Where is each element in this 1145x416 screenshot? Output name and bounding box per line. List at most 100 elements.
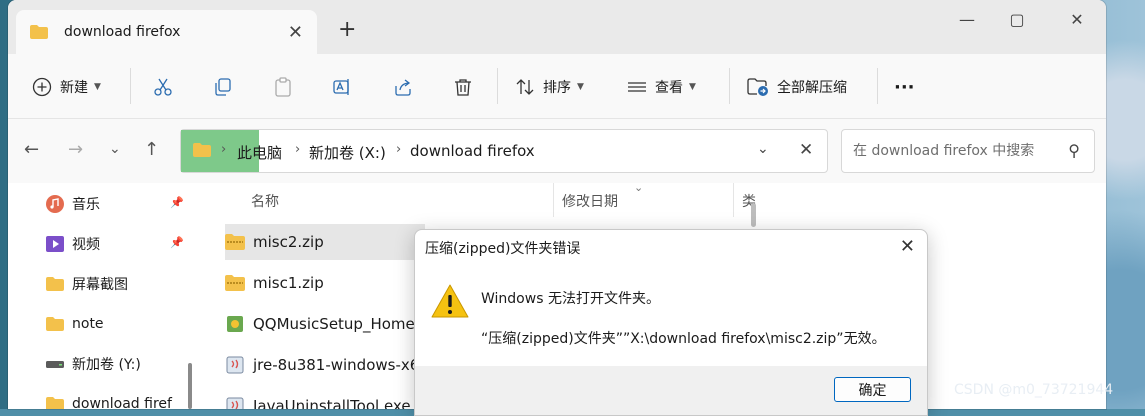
column-divider[interactable]	[553, 183, 554, 217]
java-installer-icon	[225, 397, 245, 409]
up-arrow-icon[interactable]: ↑	[144, 139, 159, 160]
sidebar-item-drive-y[interactable]: 新加卷 (Y:)	[46, 349, 186, 379]
sidebar-item-label: 屏幕截图	[72, 277, 128, 293]
dialog-footer: 确定	[415, 366, 927, 415]
close-tab-icon[interactable]: ✕	[288, 22, 303, 43]
breadcrumb-this-pc[interactable]: 此电脑	[237, 142, 282, 163]
more-options-button[interactable]: ···	[894, 72, 915, 102]
chevron-down-icon: ▼	[689, 82, 696, 92]
sidebar-item-screenshots[interactable]: 屏幕截图	[46, 269, 186, 299]
sort-button[interactable]: 排序 ▼	[515, 72, 584, 102]
sidebar-item-video[interactable]: 视频 📌	[46, 229, 186, 259]
rename-icon	[333, 79, 349, 95]
tab-title: download firefox	[64, 24, 181, 40]
cut-button[interactable]	[153, 72, 173, 102]
address-bar[interactable]: › 此电脑 › 新加卷 (X:) › download firefox ⌄ ✕	[180, 129, 828, 173]
view-list-icon	[628, 82, 646, 92]
new-button[interactable]: 新建 ▼	[32, 72, 101, 102]
zip-folder-icon	[225, 274, 245, 292]
toolbar-divider	[729, 68, 730, 104]
paste-button[interactable]	[273, 72, 293, 102]
pin-icon: 📌	[170, 196, 184, 209]
file-name: JavaUninstallTool.exe	[253, 397, 411, 409]
trash-icon	[455, 79, 471, 96]
maximize-button[interactable]: ▢	[994, 6, 1040, 32]
breadcrumb-download-firefox[interactable]: download firefox	[410, 142, 535, 160]
extract-all-button[interactable]: 全部解压缩	[747, 72, 847, 102]
java-installer-icon	[225, 356, 245, 374]
toolbar-divider	[497, 68, 498, 104]
share-button[interactable]	[393, 72, 413, 102]
view-label: 查看	[655, 80, 683, 96]
extract-all-label: 全部解压缩	[777, 80, 847, 96]
rename-button[interactable]	[333, 72, 353, 102]
dialog-body: Windows 无法打开文件夹。 “压缩(zipped)文件夹””X:\down…	[415, 266, 927, 366]
video-icon	[46, 236, 64, 252]
address-row: ← → ⌄ ↑ › 此电脑 › 新加卷 (X:) › download fire…	[8, 119, 1106, 183]
toolbar-divider	[877, 68, 878, 104]
sort-icon	[516, 79, 534, 95]
new-label: 新建	[60, 80, 88, 96]
copy-icon	[215, 78, 231, 96]
sidebar-item-label: 视频	[72, 237, 100, 253]
close-icon[interactable]: ✕	[799, 140, 813, 160]
sidebar-item-music[interactable]: 音乐 📌	[46, 189, 186, 219]
title-bar: download firefox ✕ + — ▢ ✕	[8, 0, 1106, 54]
close-window-button[interactable]: ✕	[1054, 6, 1100, 32]
sidebar-item-label: 新加卷 (Y:)	[72, 357, 141, 373]
scissors-icon	[154, 78, 172, 96]
dialog-message-detail: “压缩(zipped)文件夹””X:\download firefox\misc…	[481, 331, 886, 347]
zip-folder-icon	[225, 233, 245, 251]
column-divider[interactable]	[733, 183, 734, 217]
installer-icon	[225, 315, 245, 333]
sidebar-item-download-firefox[interactable]: download firef	[46, 389, 186, 409]
new-tab-button[interactable]: +	[338, 19, 356, 41]
copy-button[interactable]	[213, 72, 233, 102]
watermark-text: CSDN @m0_73721944	[954, 382, 1114, 398]
toolbar-divider	[130, 68, 131, 104]
search-box[interactable]: ⚲	[841, 129, 1095, 173]
folder-icon	[193, 143, 211, 157]
folder-icon	[46, 316, 64, 332]
warning-icon	[431, 284, 469, 318]
plus-circle-icon	[32, 77, 52, 97]
navigation-pane: 音乐 📌 视频 📌 屏幕截图 note 新加卷 (Y:) download fi…	[8, 183, 193, 409]
folder-icon	[46, 396, 64, 409]
dialog-message-primary: Windows 无法打开文件夹。	[481, 291, 660, 307]
dialog-title: 压缩(zipped)文件夹错误	[425, 241, 581, 257]
file-list-scrollbar[interactable]	[751, 203, 756, 227]
ok-button[interactable]: 确定	[834, 377, 911, 402]
sidebar-item-label: 音乐	[72, 197, 100, 213]
breadcrumb-separator-icon: ›	[295, 142, 301, 157]
file-name: misc1.zip	[253, 274, 324, 292]
column-header-date[interactable]: 修改日期	[562, 191, 618, 211]
sidebar-item-label: download firef	[72, 396, 172, 409]
command-bar: 新建 ▼ 排序 ▼ 查看 ▼ 全部解压缩 ···	[8, 54, 1106, 119]
search-icon[interactable]: ⚲	[1068, 141, 1080, 160]
file-row-misc2[interactable]: misc2.zip	[225, 224, 425, 260]
extract-folder-icon	[747, 78, 768, 96]
sort-label: 排序	[543, 80, 571, 96]
delete-button[interactable]	[453, 72, 473, 102]
recent-locations-chevron-icon[interactable]: ⌄	[109, 141, 121, 157]
close-dialog-icon[interactable]: ✕	[900, 236, 915, 257]
sidebar-item-label: note	[72, 316, 104, 332]
chevron-down-icon: ⌄	[634, 181, 644, 194]
sidebar-item-note[interactable]: note	[46, 309, 186, 339]
back-arrow-icon[interactable]: ←	[24, 139, 39, 160]
share-icon	[395, 79, 411, 96]
chevron-down-icon[interactable]: ⌄	[757, 141, 769, 157]
sidebar-scrollbar[interactable]	[188, 363, 192, 409]
breadcrumb-drive-x[interactable]: 新加卷 (X:)	[309, 142, 386, 163]
music-icon	[46, 195, 64, 213]
file-name: misc2.zip	[253, 233, 324, 251]
minimize-button[interactable]: —	[944, 6, 990, 32]
search-input[interactable]	[851, 142, 1055, 160]
column-header-name[interactable]: 名称	[251, 191, 279, 211]
breadcrumb-separator-icon: ›	[396, 142, 402, 157]
file-name: jre-8u381-windows-x6	[253, 356, 420, 374]
folder-icon	[30, 25, 48, 39]
tab-download-firefox[interactable]: download firefox ✕	[16, 10, 317, 54]
view-button[interactable]: 查看 ▼	[627, 72, 696, 102]
forward-arrow-icon[interactable]: →	[68, 139, 83, 160]
